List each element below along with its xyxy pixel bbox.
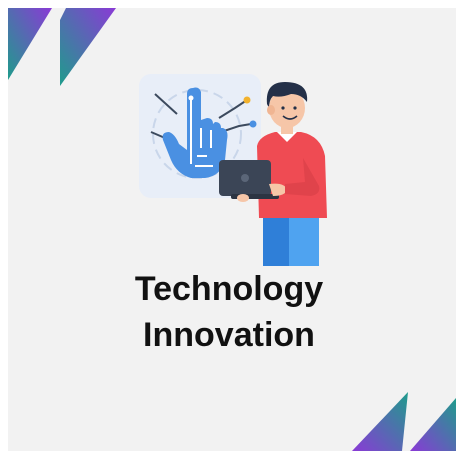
corner-decoration-top-left — [8, 8, 116, 86]
title-line-1: Technology — [134, 270, 324, 308]
title-line-2: Innovation — [143, 316, 315, 354]
corner-decoration-bottom-right — [352, 392, 456, 451]
page-title: Technology Innovation — [0, 266, 458, 358]
person-with-laptop-illustration — [139, 74, 327, 266]
